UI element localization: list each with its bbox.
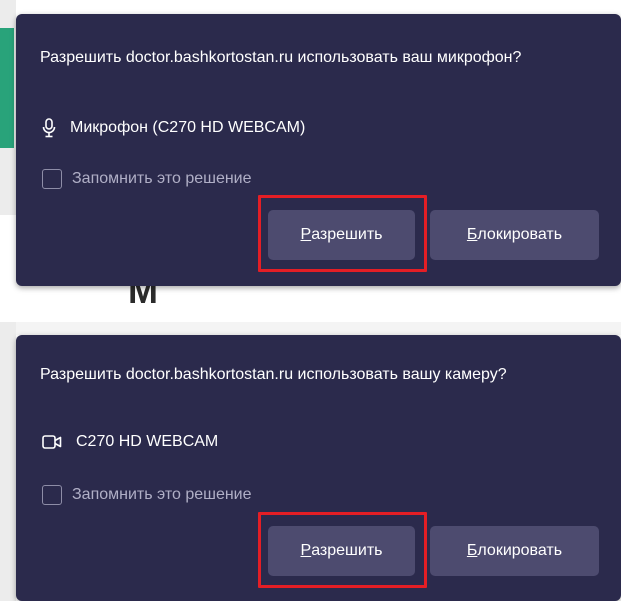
permission-prompt-camera: Разрешить doctor.bashkortostan.ru исполь… xyxy=(16,335,621,601)
prompt-title: Разрешить doctor.bashkortostan.ru исполь… xyxy=(40,49,522,66)
allow-label: азрешить xyxy=(311,542,383,559)
background-accent-bar-top xyxy=(0,28,14,148)
block-button[interactable]: Блокировать xyxy=(430,210,599,260)
background-page-strip-bottom xyxy=(0,322,16,601)
permission-prompt-microphone: Разрешить doctor.bashkortostan.ru исполь… xyxy=(16,14,621,286)
allow-button[interactable]: Разрешить xyxy=(268,210,415,260)
device-row: Микрофон (C270 HD WEBCAM) xyxy=(42,118,305,138)
allow-label: азрешить xyxy=(311,226,383,243)
block-label-accesskey: Б xyxy=(466,542,478,559)
device-label: Микрофон (C270 HD WEBCAM) xyxy=(70,119,306,136)
allow-label-accesskey: Р xyxy=(300,226,312,243)
remember-label: Запомнить это решение xyxy=(72,486,252,503)
allow-button[interactable]: Разрешить xyxy=(268,526,415,576)
device-label: C270 HD WEBCAM xyxy=(76,433,219,450)
block-label: локировать xyxy=(477,542,563,559)
remember-checkbox[interactable] xyxy=(42,169,62,189)
prompt-title: Разрешить doctor.bashkortostan.ru исполь… xyxy=(40,366,507,383)
remember-checkbox[interactable] xyxy=(42,485,62,505)
block-button[interactable]: Блокировать xyxy=(430,526,599,576)
device-row: C270 HD WEBCAM xyxy=(42,433,218,451)
background-page-line xyxy=(16,322,621,335)
block-label: локировать xyxy=(477,226,563,243)
camera-icon xyxy=(42,435,62,449)
allow-label-accesskey: Р xyxy=(300,542,312,559)
microphone-icon xyxy=(42,118,56,138)
remember-label: Запомнить это решение xyxy=(72,170,252,187)
remember-decision-row[interactable]: Запомнить это решение xyxy=(42,169,252,189)
remember-decision-row[interactable]: Запомнить это решение xyxy=(42,485,252,505)
block-label-accesskey: Б xyxy=(466,226,478,243)
